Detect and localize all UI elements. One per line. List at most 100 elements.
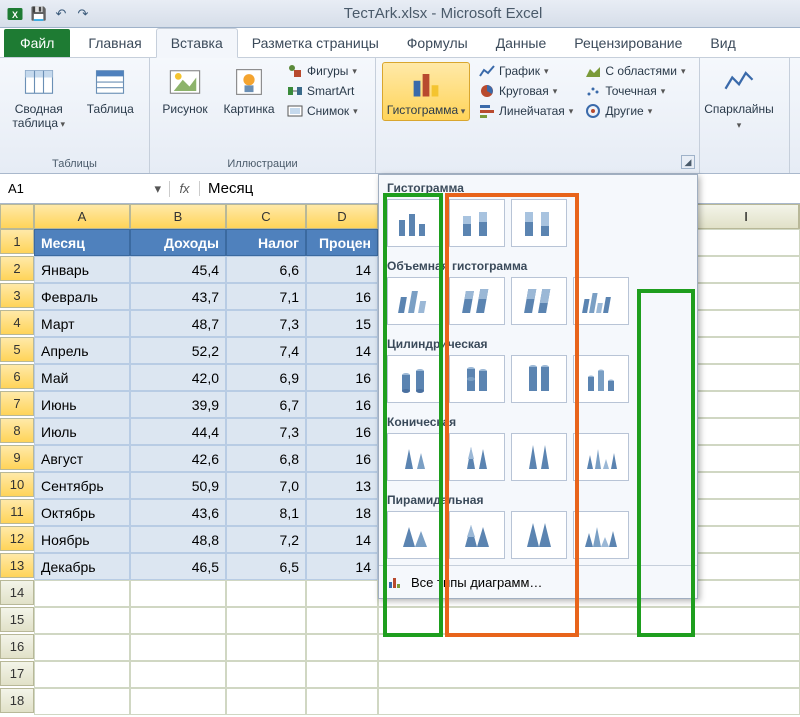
undo-icon[interactable]: ↶ <box>52 5 70 23</box>
tab-home[interactable]: Главная <box>74 29 155 57</box>
row-header-16[interactable]: 16 <box>0 634 34 659</box>
empty-cell[interactable] <box>378 634 800 661</box>
shapes-button[interactable]: Фигуры <box>284 62 361 80</box>
row-header-14[interactable]: 14 <box>0 580 34 605</box>
histogram-button[interactable]: Гистограмма <box>382 62 470 121</box>
scatter-chart-button[interactable]: Точечная <box>582 82 688 100</box>
cell-month[interactable]: Декабрь <box>34 553 130 580</box>
cell-month[interactable]: Октябрь <box>34 499 130 526</box>
clipart-button[interactable]: Картинка <box>220 62 278 118</box>
row-header-10[interactable]: 10 <box>0 472 34 497</box>
all-chart-types-button[interactable]: Все типы диаграмм… <box>379 565 697 598</box>
histogram-3d[interactable] <box>573 277 629 325</box>
cell-percent[interactable]: 16 <box>306 445 378 472</box>
empty-cell[interactable] <box>130 580 226 607</box>
cell-tax[interactable]: 6,8 <box>226 445 306 472</box>
histogram-100stacked-3d[interactable] <box>511 277 567 325</box>
empty-cell[interactable] <box>378 661 800 688</box>
name-box-dropdown-icon[interactable]: ▾ <box>154 181 161 197</box>
cell-percent[interactable]: 16 <box>306 283 378 310</box>
cell-income[interactable]: 48,7 <box>130 310 226 337</box>
row-header-15[interactable]: 15 <box>0 607 34 632</box>
empty-cell[interactable] <box>226 688 306 715</box>
empty-cell[interactable] <box>378 688 800 715</box>
cell-tax[interactable]: 6,9 <box>226 364 306 391</box>
cell-month[interactable]: Апрель <box>34 337 130 364</box>
histogram-100stacked-2d[interactable] <box>511 199 567 247</box>
empty-cell[interactable] <box>130 607 226 634</box>
histogram-stacked-3d[interactable] <box>449 277 505 325</box>
sparklines-button[interactable]: Спарклайны <box>706 62 772 134</box>
column-header-D[interactable]: D <box>306 204 378 229</box>
pie-chart-button[interactable]: Круговая <box>476 82 576 100</box>
empty-cell[interactable] <box>306 688 378 715</box>
cylinder-100stacked[interactable] <box>511 355 567 403</box>
row-header-18[interactable]: 18 <box>0 688 34 713</box>
column-header-B[interactable]: B <box>130 204 226 229</box>
empty-cell[interactable] <box>226 634 306 661</box>
cell-percent[interactable]: 14 <box>306 526 378 553</box>
select-all-corner[interactable] <box>0 204 34 229</box>
cone-3d[interactable] <box>573 433 629 481</box>
empty-cell[interactable] <box>226 607 306 634</box>
empty-cell[interactable] <box>34 607 130 634</box>
cell-percent[interactable]: 13 <box>306 472 378 499</box>
empty-cell[interactable] <box>306 634 378 661</box>
cell-month[interactable]: Январь <box>34 256 130 283</box>
fx-icon[interactable]: fx <box>170 181 200 196</box>
cell-income[interactable]: 39,9 <box>130 391 226 418</box>
redo-icon[interactable]: ↷ <box>74 5 92 23</box>
histogram-stacked-2d[interactable] <box>449 199 505 247</box>
cell-tax[interactable]: 6,6 <box>226 256 306 283</box>
cell-tax[interactable]: 8,1 <box>226 499 306 526</box>
cell-percent[interactable]: 16 <box>306 364 378 391</box>
tab-data[interactable]: Данные <box>482 29 561 57</box>
table-button[interactable]: Таблица <box>78 62 144 118</box>
cell-tax[interactable]: 7,2 <box>226 526 306 553</box>
pyramid-100stacked[interactable] <box>511 511 567 559</box>
cell-income[interactable]: 45,4 <box>130 256 226 283</box>
cell-income[interactable]: 42,0 <box>130 364 226 391</box>
empty-cell[interactable] <box>34 634 130 661</box>
line-chart-button[interactable]: График <box>476 62 576 80</box>
row-header-8[interactable]: 8 <box>0 418 34 443</box>
row-header-7[interactable]: 7 <box>0 391 34 416</box>
cell-month[interactable]: Февраль <box>34 283 130 310</box>
tab-review[interactable]: Рецензирование <box>560 29 696 57</box>
other-charts-button[interactable]: Другие <box>582 102 688 120</box>
pyramid-clustered[interactable] <box>387 511 443 559</box>
charts-dialog-launcher[interactable]: ◢ <box>681 155 695 169</box>
tab-insert[interactable]: Вставка <box>156 28 238 58</box>
empty-cell[interactable] <box>34 580 130 607</box>
cell-income[interactable]: 52,2 <box>130 337 226 364</box>
cell-month[interactable]: Март <box>34 310 130 337</box>
empty-cell[interactable] <box>226 661 306 688</box>
cell-month[interactable]: Сентябрь <box>34 472 130 499</box>
cell-income[interactable]: 43,6 <box>130 499 226 526</box>
row-header-4[interactable]: 4 <box>0 310 34 335</box>
cell-month[interactable]: Май <box>34 364 130 391</box>
cell-income[interactable]: 42,6 <box>130 445 226 472</box>
cell-percent[interactable]: 14 <box>306 337 378 364</box>
empty-cell[interactable] <box>306 661 378 688</box>
cell-percent[interactable]: 18 <box>306 499 378 526</box>
cone-100stacked[interactable] <box>511 433 567 481</box>
column-header-A[interactable]: A <box>34 204 130 229</box>
pyramid-3d[interactable] <box>573 511 629 559</box>
row-header-2[interactable]: 2 <box>0 256 34 281</box>
cell-month[interactable]: Август <box>34 445 130 472</box>
cylinder-clustered[interactable] <box>387 355 443 403</box>
empty-cell[interactable] <box>306 580 378 607</box>
cell-percent[interactable]: 14 <box>306 553 378 580</box>
cell-income[interactable]: 43,7 <box>130 283 226 310</box>
empty-cell[interactable] <box>130 661 226 688</box>
tab-page-layout[interactable]: Разметка страницы <box>238 29 393 57</box>
empty-cell[interactable] <box>130 634 226 661</box>
picture-button[interactable]: Рисунок <box>156 62 214 118</box>
row-header-3[interactable]: 3 <box>0 283 34 308</box>
pyramid-stacked[interactable] <box>449 511 505 559</box>
column-header-C[interactable]: C <box>226 204 306 229</box>
cell-month[interactable]: Июнь <box>34 391 130 418</box>
empty-cell[interactable] <box>226 580 306 607</box>
cell-percent[interactable]: 16 <box>306 418 378 445</box>
